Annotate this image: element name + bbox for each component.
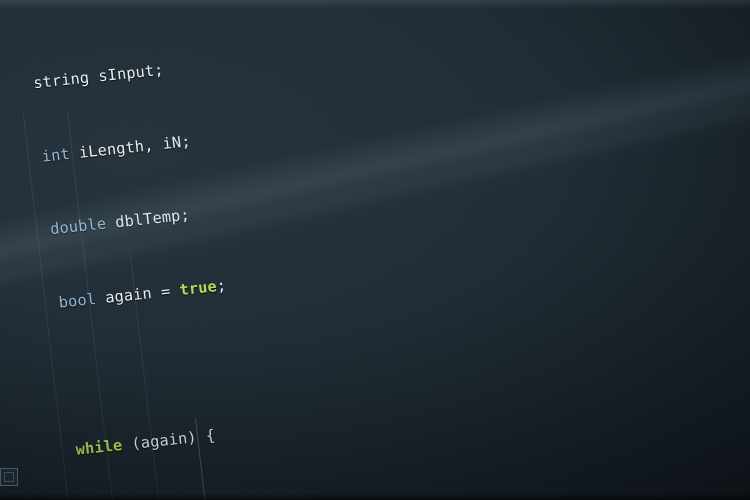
code-line: int iLength, iN; bbox=[40, 131, 192, 166]
code-line: string sInput; bbox=[32, 60, 165, 92]
code-line: bool again = true; bbox=[57, 276, 228, 312]
code-line: iN = -1; bbox=[83, 468, 495, 500]
code-text-area[interactable]: string sInput; int iLength, iN; double d… bbox=[23, 0, 638, 500]
code-line: double dblTemp; bbox=[49, 206, 191, 239]
code-screenshot-canvas: string sInput; int iLength, iN; double d… bbox=[0, 0, 750, 500]
window-control-inner-icon bbox=[4, 472, 14, 482]
code-line: while (again) { bbox=[74, 425, 217, 459]
window-control-glyph[interactable] bbox=[0, 468, 18, 486]
code-plane: string sInput; int iLength, iN; double d… bbox=[0, 0, 750, 500]
